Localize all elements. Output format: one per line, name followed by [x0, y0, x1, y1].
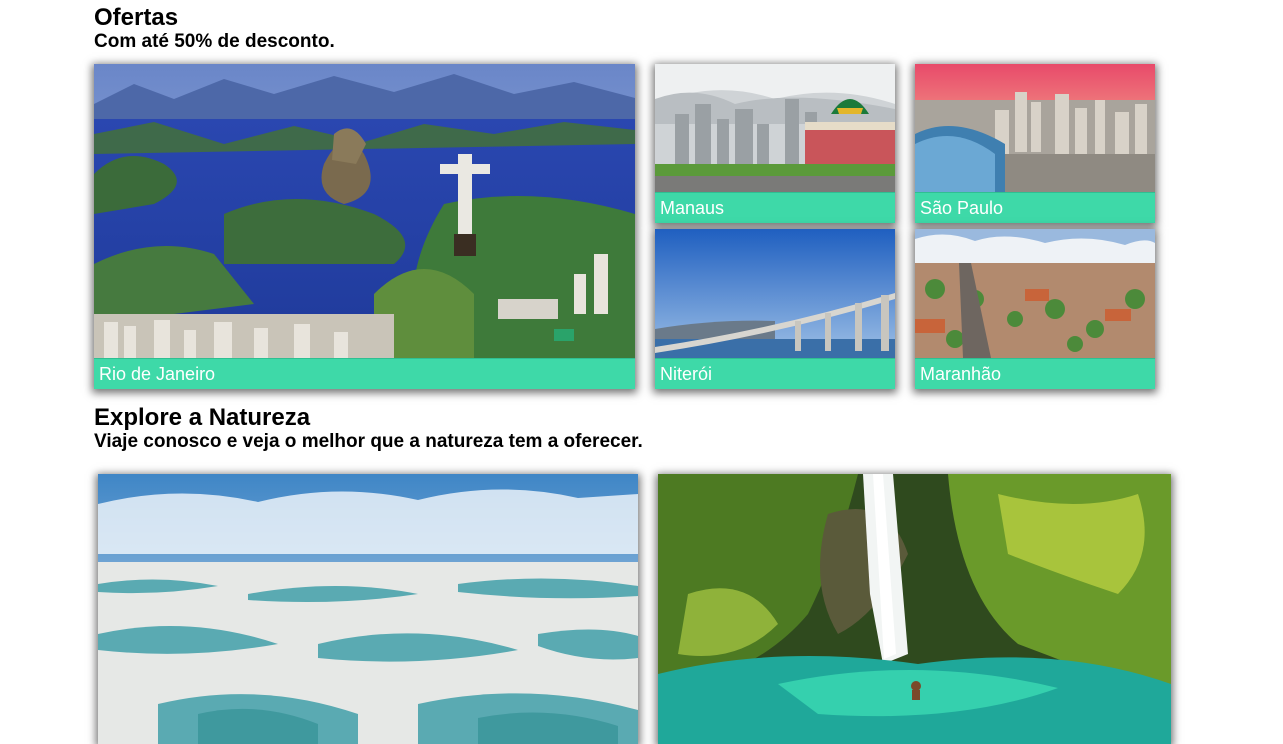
offers-title: Ofertas: [94, 4, 179, 31]
nature-title: Explore a Natureza: [94, 404, 311, 431]
offer-card-rio-de-janeiro[interactable]: Rio de Janeiro: [94, 64, 635, 389]
offer-card-label: Maranhão: [915, 358, 1155, 389]
offer-card-sao-paulo[interactable]: São Paulo: [915, 64, 1155, 223]
nature-card-dunes[interactable]: [98, 474, 638, 744]
waterfall-image: [658, 474, 1171, 744]
offer-card-label: Niterói: [655, 358, 895, 389]
rio-de-janeiro-image: [94, 64, 635, 358]
nature-subtitle: Viaje conosco e veja o melhor que a natu…: [94, 431, 643, 452]
offer-card-manaus[interactable]: Manaus: [655, 64, 895, 223]
offer-card-niteroi[interactable]: Niterói: [655, 229, 895, 389]
offer-card-maranhao[interactable]: Maranhão: [915, 229, 1155, 389]
dunes-image: [98, 474, 638, 744]
nature-card-waterfall[interactable]: [658, 474, 1171, 744]
manaus-image: [655, 64, 895, 192]
offer-card-label: Manaus: [655, 192, 895, 223]
niteroi-image: [655, 229, 895, 358]
maranhao-image: [915, 229, 1155, 358]
offer-card-label: Rio de Janeiro: [94, 358, 635, 389]
sao-paulo-image: [915, 64, 1155, 192]
offers-subtitle: Com até 50% de desconto.: [94, 31, 335, 52]
offer-card-label: São Paulo: [915, 192, 1155, 223]
